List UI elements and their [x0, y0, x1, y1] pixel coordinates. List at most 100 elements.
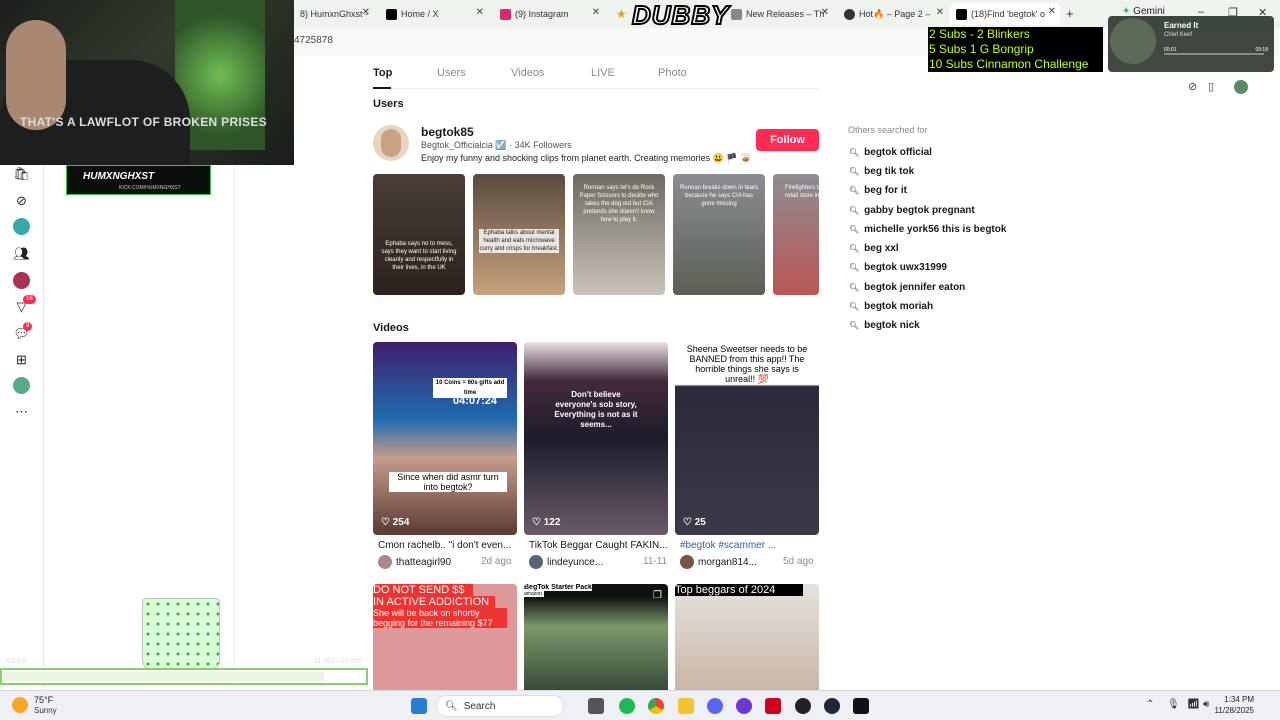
user-video-thumb[interactable]: Ronnan says let's do Rock Paper Scissors…	[573, 174, 665, 295]
app-icon[interactable]	[853, 698, 869, 714]
user-video-thumb[interactable]: Ephaba says no to mess, says they want t…	[373, 174, 465, 295]
new-tab-button[interactable]: +	[1066, 6, 1074, 21]
upload-icon[interactable]: ⊞	[13, 351, 30, 368]
avatar[interactable]	[373, 125, 409, 161]
goal-label: KICKS	[6, 658, 28, 665]
mic-icon[interactable]: 🎙︎	[1167, 699, 1180, 710]
obs-icon[interactable]	[736, 698, 752, 714]
tab-hot[interactable]: Hot🔥 – Page 2 – ✕	[838, 4, 948, 24]
video-card[interactable]: BegTok Starter Pack amazon ❐	[524, 584, 668, 690]
tab-bookmark[interactable]: ★	[610, 4, 630, 24]
tab-photo[interactable]: Photo	[658, 67, 687, 79]
kick-name: HUMXNGHXST	[83, 171, 155, 182]
close-icon[interactable]: ✕	[592, 7, 600, 18]
video-author[interactable]: thatteagirl90	[378, 555, 451, 569]
video-card[interactable]: Sheena Sweetser needs to be BANNED from …	[675, 342, 819, 535]
tab-videos[interactable]: Videos	[511, 67, 544, 79]
user-name[interactable]: begtok85	[421, 125, 474, 139]
suggestion-item[interactable]: 🔍︎ begtok moriah	[849, 301, 933, 312]
suggestion-item[interactable]: 🔍︎ begtok official	[849, 147, 932, 158]
suggestion-label: begtok moriah	[864, 301, 934, 312]
following-avatar[interactable]	[13, 218, 30, 235]
live-avatar[interactable]	[13, 272, 30, 289]
user-video-thumb[interactable]: Ephaba talks about mental health and eat…	[473, 174, 565, 295]
sub-goal-line: 2 Subs - 2 Blinkers	[929, 27, 1030, 41]
device-icon[interactable]: ▯	[1208, 80, 1214, 93]
video-author[interactable]: lindeyunce...	[529, 555, 603, 569]
search-icon: 🔍︎	[849, 167, 860, 176]
clock[interactable]: 1:34 PM 11/28/2025	[1180, 691, 1280, 720]
url-text[interactable]: 4725878	[294, 35, 333, 46]
follow-button[interactable]: Follow	[756, 129, 819, 151]
user-video-thumb[interactable]: Ronnan breaks down in tears because he s…	[673, 174, 765, 295]
app-icon[interactable]	[765, 698, 781, 714]
tab-x[interactable]: Home / X ✕	[380, 4, 488, 24]
start-icon[interactable]	[411, 698, 427, 714]
video-card[interactable]: 10 Coins = 60s gifts add time 04:07:24 S…	[373, 342, 517, 535]
video-title[interactable]: #begtok #scammer ...	[680, 540, 820, 551]
profile-avatar[interactable]	[1234, 80, 1248, 94]
compass-icon[interactable]: ⊘	[1188, 80, 1197, 93]
tab-kick[interactable]: 8) HumxnGhxst - ✕	[294, 4, 374, 24]
video-card[interactable]: Top beggars of 2024	[675, 584, 819, 690]
close-icon[interactable]: ✕	[821, 7, 829, 18]
friends-icon[interactable]: 👥︎	[13, 245, 30, 262]
taskbar-search[interactable]: 🔍︎ Search	[436, 695, 564, 717]
video-title[interactable]: TikTok Beggar Caught FAKIN...	[529, 540, 669, 551]
weather-temp: 75°F	[34, 695, 54, 705]
close-icon[interactable]: ✕	[476, 7, 484, 18]
video-date: 2d ago	[481, 556, 512, 567]
video-title[interactable]: Cmon rachelb.. "i don't even...	[378, 540, 518, 551]
close-icon[interactable]: ✕	[362, 7, 370, 18]
tab-label: Home / X	[401, 9, 439, 19]
profile-avatar[interactable]	[13, 377, 30, 394]
suggestion-item[interactable]: 🔍︎ beg xxl	[849, 243, 899, 254]
tab-top[interactable]: Top	[373, 67, 392, 79]
suggestion-item[interactable]: 🔍︎ begtok uwx31999	[849, 262, 947, 273]
user-video-thumb[interactable]: Firefighters tackle a huge retail store …	[773, 174, 819, 295]
video-card[interactable]: DO NOT SEND $$ IN ACTIVE ADDICTION She w…	[373, 584, 517, 690]
suggestion-item[interactable]: 🔍︎ begtok jennifer eaton	[849, 282, 965, 293]
folder-icon[interactable]	[678, 698, 694, 714]
close-icon[interactable]: ✕	[936, 7, 944, 18]
tab-live[interactable]: LIVE	[591, 67, 615, 79]
chevron-up-icon[interactable]: ⌃	[1146, 699, 1154, 710]
divider	[234, 165, 235, 690]
steam-icon[interactable]	[824, 698, 840, 714]
suggestion-item[interactable]: 🔍︎ gabby begtok pregnant	[849, 205, 975, 216]
spotify-icon[interactable]	[619, 698, 635, 714]
suggestion-item[interactable]: 🔍︎ beg for it	[849, 185, 907, 196]
video-overlay-line: BegTok Starter Pack	[524, 584, 592, 591]
chrome-icon[interactable]	[648, 698, 664, 714]
suggestion-label: beg xxl	[864, 243, 899, 254]
suggestion-item[interactable]: 🔍︎ michelle york56 this is begtok	[849, 224, 1006, 235]
search-icon: 🔍︎	[849, 225, 860, 234]
suggestion-item[interactable]: 🔍︎ begtok nick	[849, 320, 920, 331]
search-icon: 🔍︎	[849, 206, 860, 215]
video-author-name: thatteagirl90	[396, 556, 452, 568]
explore-icon[interactable]: ⊘	[13, 192, 30, 209]
app-icon[interactable]	[795, 698, 811, 714]
suggestion-label: begtok jennifer eaton	[864, 282, 966, 293]
users-heading: Users	[373, 98, 404, 110]
close-icon[interactable]: ✕	[1048, 6, 1056, 17]
video-overlay-text: Don't believe everyone's sob story, Ever…	[554, 390, 638, 429]
shop-icon[interactable]: 🛍︎	[13, 165, 30, 182]
tab-new-releases[interactable]: New Releases – Th ✕	[725, 4, 833, 24]
tab-tiktok-active[interactable]: (18)Find 'begtok' o ✕	[950, 3, 1060, 25]
clock-time: 1:34 PM	[1224, 695, 1254, 704]
discord-icon[interactable]	[707, 698, 723, 714]
video-card[interactable]: Don't believe everyone's sob story, Ever…	[524, 342, 668, 535]
video-author[interactable]: morgan814...	[680, 555, 757, 569]
suggestion-item[interactable]: 🔍︎ beg tik tok	[849, 166, 914, 177]
weather-widget[interactable]: 75°F Sunny	[0, 691, 90, 720]
thumb-caption: Ronnan says let's do Rock Paper Scissors…	[579, 185, 659, 223]
hoodie-text: THAT'S A LAWFLOT OF BROKEN PRISES	[20, 115, 267, 129]
weather-desc: Sunny	[34, 706, 57, 715]
more-icon[interactable]: ⋯	[13, 403, 30, 420]
tab-users[interactable]: Users	[437, 67, 466, 79]
tab-instagram[interactable]: (9) Instagram ✕	[494, 4, 604, 24]
task-view-icon[interactable]	[588, 698, 604, 714]
video-date: 5d ago	[783, 556, 814, 567]
tab-label: (18)Find 'begtok' o	[971, 9, 1045, 19]
